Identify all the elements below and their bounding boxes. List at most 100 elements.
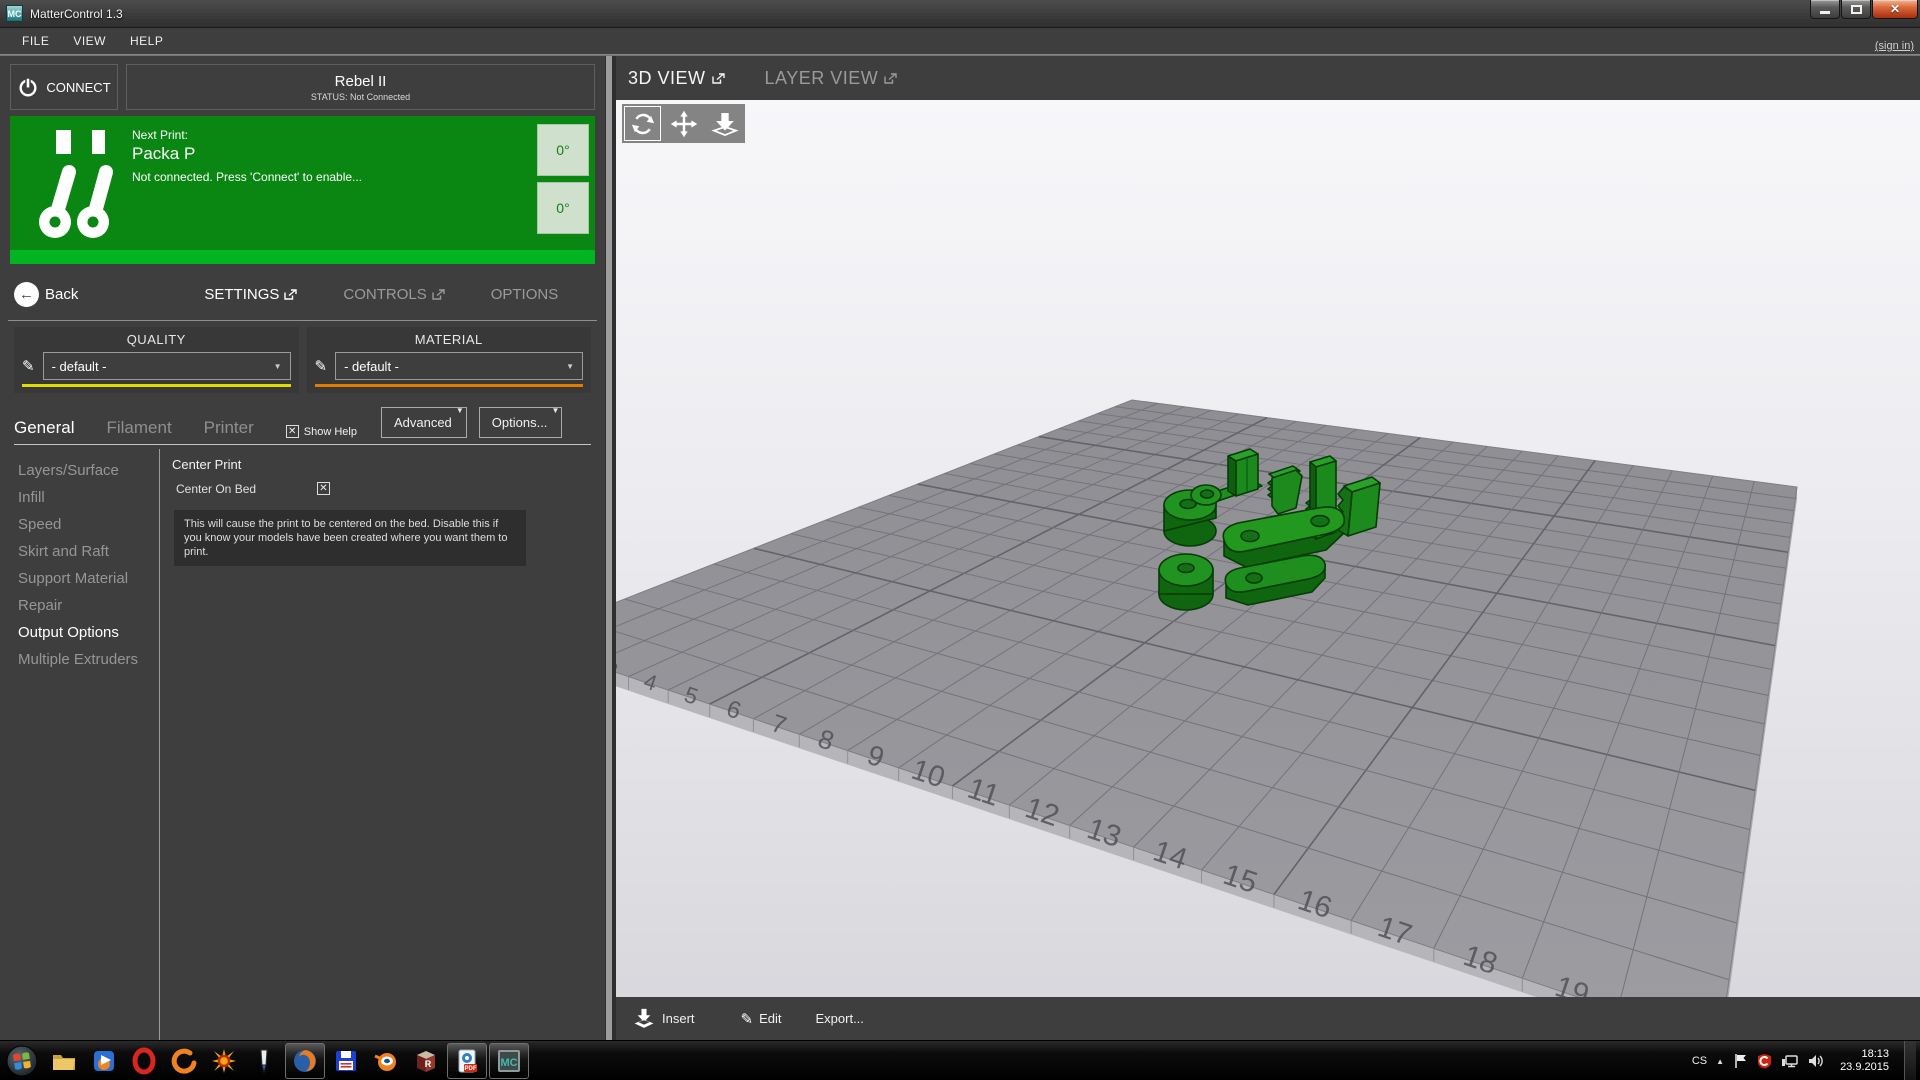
quality-preset-group: QUALITY ✎ - default - ▼: [14, 327, 299, 393]
tab-settings[interactable]: SETTINGS: [204, 286, 297, 303]
bed-temp[interactable]: 0°: [537, 182, 589, 234]
quality-accent: [22, 384, 291, 387]
taskbar-blender-icon[interactable]: [366, 1043, 406, 1079]
material-preset-group: MATERIAL ✎ - default - ▼: [307, 327, 592, 393]
taskbar-firefox-icon[interactable]: [285, 1043, 325, 1079]
start-button[interactable]: [6, 1045, 38, 1077]
connect-button[interactable]: CONNECT: [10, 64, 118, 110]
back-icon[interactable]: ←: [14, 282, 39, 307]
next-print-label: Next Print:: [132, 128, 188, 142]
language-indicator[interactable]: CS: [1692, 1055, 1707, 1067]
taskbar-stylus-app-icon[interactable]: [244, 1043, 284, 1079]
power-icon: [17, 76, 39, 98]
network-icon[interactable]: [1781, 1053, 1799, 1069]
advanced-button[interactable]: Advanced ▼: [381, 407, 467, 438]
checkbox-checked-icon: ✕: [286, 425, 299, 438]
tab-general[interactable]: General: [14, 418, 74, 438]
chevron-down-icon: ▼: [274, 362, 282, 371]
pan-view-button[interactable]: [663, 104, 704, 143]
connect-label: CONNECT: [46, 80, 110, 95]
edit-pencil-icon[interactable]: ✎: [22, 357, 35, 375]
clock[interactable]: 18:13 23.9.2015: [1840, 1048, 1889, 1074]
group-title: Center Print: [172, 457, 595, 472]
material-select[interactable]: - default - ▼: [335, 352, 583, 380]
export-button[interactable]: Export...: [816, 1011, 864, 1026]
show-help-toggle[interactable]: ✕ Show Help: [286, 425, 357, 438]
taskbar-floppy-save-icon[interactable]: [326, 1043, 366, 1079]
sidebar-item-repair[interactable]: Repair: [18, 592, 159, 619]
sidebar-item-layers-surface[interactable]: Layers/Surface: [18, 457, 159, 484]
options-button[interactable]: Options... ▼: [479, 407, 563, 438]
sidebar-item-multiple-extruders[interactable]: Multiple Extruders: [18, 646, 159, 673]
menu-help[interactable]: HELP: [118, 30, 175, 52]
view-toolbar: [622, 104, 745, 143]
sidebar-item-support[interactable]: Support Material: [18, 565, 159, 592]
printer-status: STATUS: Not Connected: [311, 92, 410, 102]
action-center-flag-icon[interactable]: [1733, 1053, 1748, 1069]
taskbar-opera-icon[interactable]: [124, 1043, 164, 1079]
view-header: 3D VIEW LAYER VIEW: [616, 56, 1920, 100]
down-arrow-icon: [711, 110, 739, 138]
edit-button[interactable]: ✎ Edit: [741, 1010, 782, 1028]
popout-icon: [884, 73, 897, 84]
menu-view[interactable]: VIEW: [61, 30, 118, 52]
sidebar-item-skirt-raft[interactable]: Skirt and Raft: [18, 538, 159, 565]
menu-bar: FILE VIEW HELP (sign in): [0, 28, 1920, 54]
svg-text:PDF: PDF: [465, 1066, 477, 1072]
edit-pencil-icon[interactable]: ✎: [315, 357, 328, 375]
back-button[interactable]: Back: [45, 286, 78, 303]
maximize-button[interactable]: [1841, 0, 1871, 19]
tab-controls[interactable]: CONTROLS: [343, 286, 444, 303]
taskbar-starburst-app-icon[interactable]: [204, 1043, 244, 1079]
date: 23.9.2015: [1840, 1061, 1889, 1074]
next-print-job: Packa P: [132, 144, 195, 164]
settings-content: Center Print Center On Bed ✕ This will c…: [160, 449, 605, 1040]
rotate-view-button[interactable]: [622, 104, 663, 143]
system-tray: CS ▲ 18:13 23.9.: [1692, 1041, 1920, 1080]
sidebar-item-output-options[interactable]: Output Options: [18, 619, 159, 646]
taskbar-swirl-app-icon[interactable]: [164, 1043, 204, 1079]
tab-3d-view[interactable]: 3D VIEW: [628, 68, 725, 89]
antivirus-shield-icon[interactable]: [1757, 1053, 1772, 1069]
mattercontrol-window: MC MatterControl 1.3 ✕ FILE VIEW HELP (s…: [0, 0, 1920, 1080]
taskbar-explorer-icon[interactable]: [44, 1043, 84, 1079]
tab-filament[interactable]: Filament: [106, 418, 171, 438]
tray-chevron-icon[interactable]: ▲: [1716, 1057, 1724, 1066]
tab-options[interactable]: OPTIONS: [491, 286, 559, 303]
quality-label: QUALITY: [22, 332, 291, 347]
pencil-icon: ✎: [741, 1010, 754, 1028]
extruder-temp[interactable]: 0°: [537, 124, 589, 176]
sidebar-item-speed[interactable]: Speed: [18, 511, 159, 538]
show-desktop-button[interactable]: [1904, 1041, 1916, 1080]
minimize-button[interactable]: [1810, 0, 1840, 19]
close-button[interactable]: ✕: [1872, 0, 1918, 19]
drop-to-bed-button[interactable]: [704, 104, 745, 143]
menu-file[interactable]: FILE: [10, 30, 61, 52]
insert-button[interactable]: Insert: [632, 1007, 695, 1031]
sidebar-item-infill[interactable]: Infill: [18, 484, 159, 511]
center-on-bed-checkbox[interactable]: ✕: [317, 482, 330, 495]
material-accent: [315, 384, 584, 387]
progress-strip: [10, 250, 595, 264]
volume-icon[interactable]: [1808, 1053, 1825, 1069]
popout-icon: [284, 289, 297, 300]
3d-viewport[interactable]: 34567891011121314151617181920: [616, 100, 1920, 997]
window-title: MatterControl 1.3: [30, 7, 123, 21]
taskbar-mattercontrol-icon[interactable]: MC: [489, 1043, 529, 1079]
popout-icon: [712, 73, 725, 84]
printer-selector[interactable]: Rebel II STATUS: Not Connected: [126, 64, 595, 110]
divider: [8, 320, 597, 321]
taskbar-pdf-viewer-icon[interactable]: PDF: [447, 1043, 487, 1079]
chevron-down-icon: ▼: [566, 362, 574, 371]
taskbar-r-cube-icon[interactable]: R: [406, 1043, 446, 1079]
control-panel: CONNECT Rebel II STATUS: Not Connected: [0, 56, 605, 1040]
tab-printer[interactable]: Printer: [204, 418, 254, 438]
tab-layer-view[interactable]: LAYER VIEW: [765, 68, 898, 89]
windows-taskbar: R PDF MC CS: [0, 1040, 1920, 1080]
sign-in-link[interactable]: (sign in): [1875, 40, 1914, 52]
minimize-icon: [1820, 11, 1830, 14]
panel-splitter[interactable]: [605, 56, 616, 1040]
taskbar-media-player-icon[interactable]: [84, 1043, 124, 1079]
quality-select[interactable]: - default - ▼: [43, 352, 291, 380]
setting-label: Center On Bed: [176, 482, 256, 496]
